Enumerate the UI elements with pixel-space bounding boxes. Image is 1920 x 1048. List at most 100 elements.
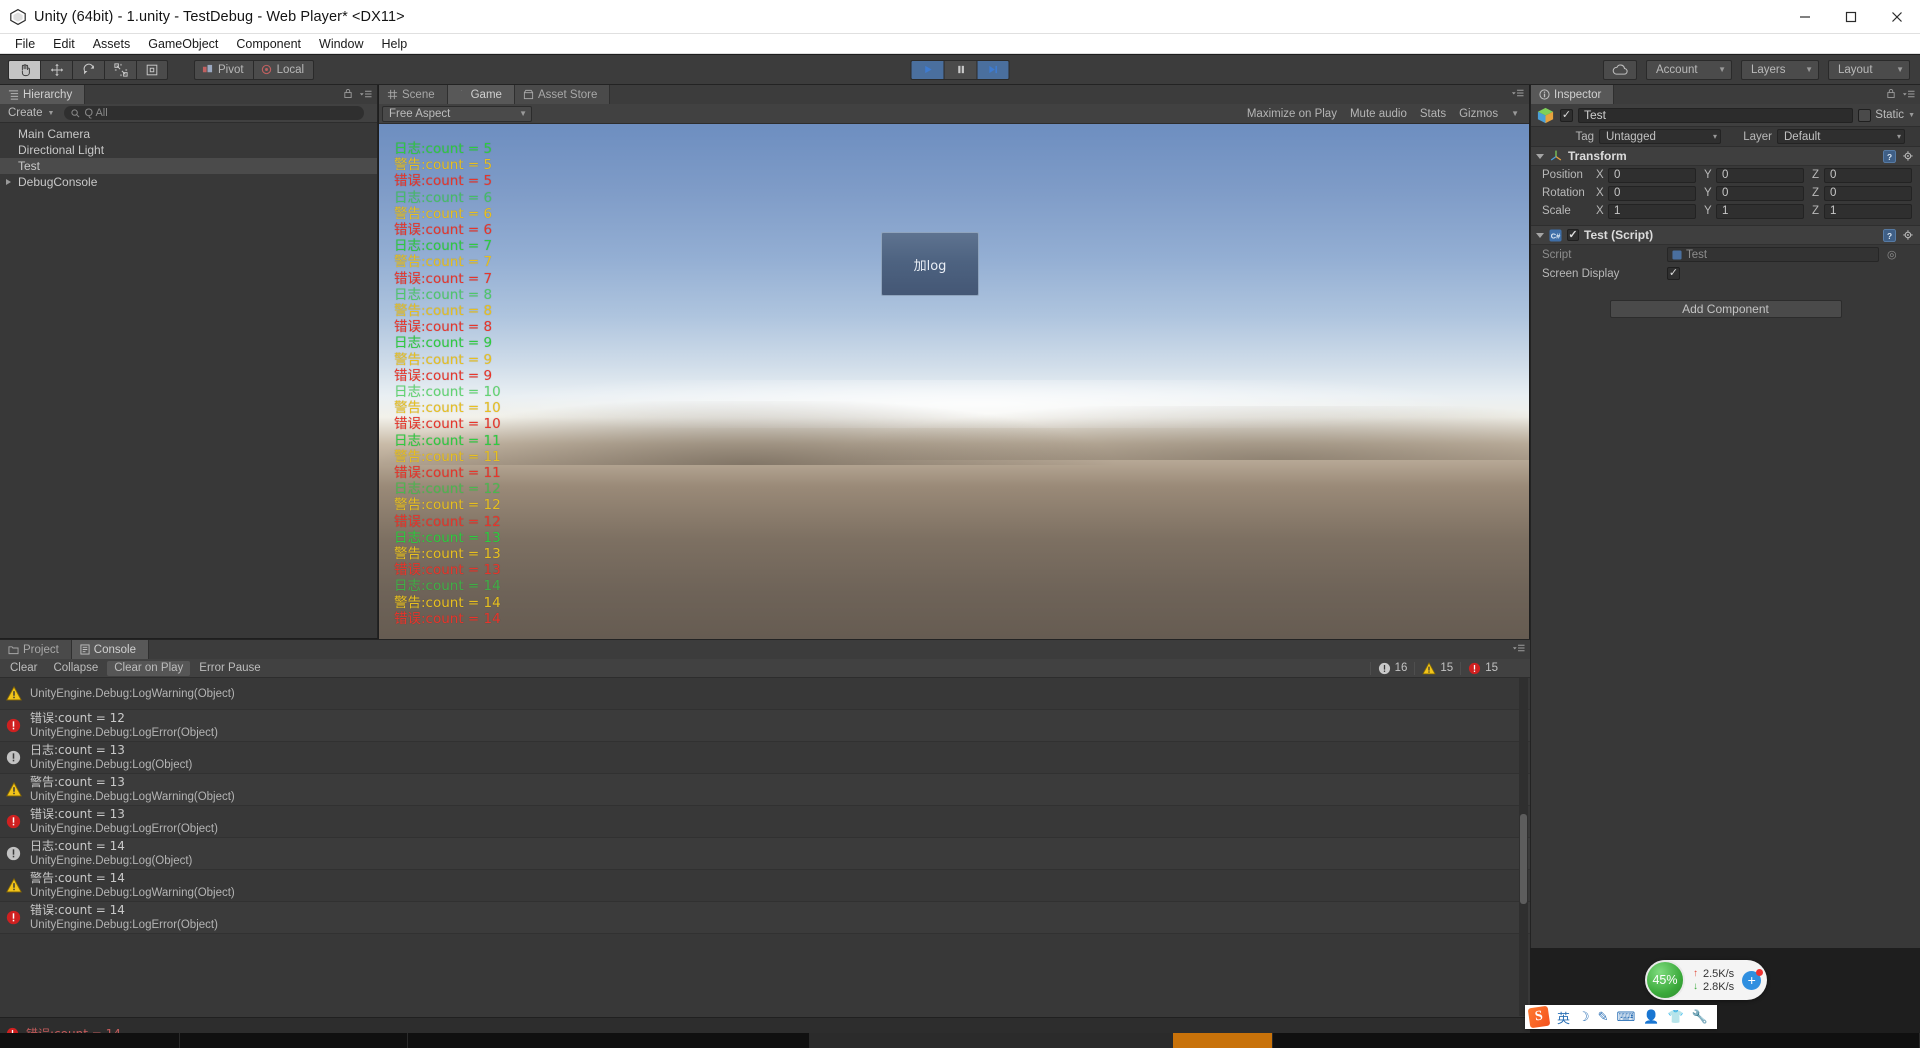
- aspect-ratio-dropdown[interactable]: Free Aspect ▼: [382, 105, 532, 122]
- help-icon[interactable]: ?: [1883, 228, 1896, 242]
- tab-console[interactable]: Console: [71, 640, 149, 659]
- warning-count[interactable]: 15: [1414, 661, 1460, 675]
- pivot-toggle[interactable]: Pivot: [194, 59, 253, 80]
- taskbar-segment[interactable]: [180, 1033, 408, 1048]
- maximize-button[interactable]: [1828, 0, 1874, 34]
- help-icon[interactable]: ?: [1883, 149, 1896, 163]
- ime-pen-icon[interactable]: ✎: [1598, 1010, 1609, 1025]
- add-log-button[interactable]: 加log: [881, 232, 979, 296]
- ime-user-icon[interactable]: 👤: [1643, 1010, 1659, 1025]
- layers-dropdown[interactable]: Layers ▼: [1741, 59, 1819, 80]
- chevron-down-icon[interactable]: ▼: [1908, 112, 1915, 119]
- taskbar-segment[interactable]: [0, 1033, 180, 1048]
- panel-menu-icon[interactable]: [1511, 88, 1524, 98]
- object-enabled-checkbox[interactable]: ✓: [1560, 108, 1573, 122]
- script-component-header[interactable]: C# ✓ Test (Script) ?: [1531, 225, 1920, 245]
- add-widget-button[interactable]: +: [1742, 968, 1764, 990]
- position-z-input[interactable]: 0: [1824, 167, 1912, 183]
- ime-language-icon[interactable]: 英: [1557, 1008, 1570, 1027]
- create-dropdown[interactable]: Create ▼: [4, 106, 58, 120]
- object-name-input[interactable]: Test: [1578, 107, 1854, 123]
- tag-dropdown[interactable]: Untagged ▾: [1599, 129, 1721, 144]
- object-picker-icon[interactable]: ◎: [1887, 248, 1897, 261]
- hierarchy-search-input[interactable]: Q All: [64, 106, 365, 120]
- layout-dropdown[interactable]: Layout ▼: [1828, 59, 1910, 80]
- taskbar-segment-highlight[interactable]: [1173, 1033, 1273, 1048]
- error-count[interactable]: 15: [1460, 661, 1505, 675]
- position-y-input[interactable]: 0: [1716, 167, 1804, 183]
- gear-icon[interactable]: [1902, 229, 1915, 242]
- hierarchy-item-directional-light[interactable]: Directional Light: [0, 142, 377, 158]
- console-log-list[interactable]: UnityEngine.Debug:LogWarning(Object) 错误:c…: [0, 678, 1530, 1016]
- menu-help[interactable]: Help: [372, 36, 416, 52]
- expand-arrow-icon[interactable]: [6, 179, 11, 185]
- console-log-row[interactable]: 错误:count = 13 UnityEngine.Debug:LogError(…: [0, 806, 1530, 838]
- hierarchy-item-main-camera[interactable]: Main Camera: [0, 126, 377, 142]
- tab-asset-store[interactable]: Asset Store: [514, 85, 611, 104]
- ime-tools-icon[interactable]: 🔧: [1692, 1010, 1708, 1025]
- taskbar-segment[interactable]: [1273, 1033, 1920, 1048]
- cloud-services-button[interactable]: [1603, 59, 1637, 80]
- tab-scene[interactable]: Scene: [379, 85, 448, 104]
- hand-tool-button[interactable]: [8, 59, 40, 80]
- script-enabled-checkbox[interactable]: ✓: [1567, 229, 1579, 241]
- panel-menu-icon[interactable]: [359, 89, 372, 99]
- layer-dropdown[interactable]: Default ▾: [1777, 129, 1905, 144]
- menu-gameobject[interactable]: GameObject: [139, 36, 227, 52]
- ime-skin-icon[interactable]: 👕: [1668, 1010, 1684, 1025]
- screen-display-checkbox[interactable]: ✓: [1667, 267, 1680, 280]
- taskbar-segment[interactable]: [408, 1033, 810, 1048]
- foldout-arrow-icon[interactable]: [1536, 232, 1544, 238]
- position-x-input[interactable]: 0: [1608, 167, 1696, 183]
- tab-project[interactable]: Project: [0, 640, 72, 659]
- transform-component-header[interactable]: Transform ?: [1531, 146, 1920, 166]
- tab-inspector[interactable]: Inspector: [1531, 85, 1615, 104]
- rotation-z-input[interactable]: 0: [1824, 185, 1912, 201]
- lock-icon[interactable]: [343, 88, 353, 99]
- console-log-row[interactable]: 错误:count = 14 UnityEngine.Debug:LogError(…: [0, 902, 1530, 934]
- lock-icon[interactable]: [1886, 88, 1896, 99]
- sogou-logo-icon[interactable]: S: [1527, 1005, 1551, 1029]
- menu-assets[interactable]: Assets: [84, 36, 140, 52]
- script-object-field[interactable]: Test: [1667, 247, 1879, 262]
- ime-keyboard-icon[interactable]: ⌨: [1617, 1010, 1636, 1025]
- clear-on-play-button[interactable]: Clear on Play: [107, 660, 191, 676]
- menu-edit[interactable]: Edit: [44, 36, 84, 52]
- collapse-button[interactable]: Collapse: [46, 661, 105, 676]
- console-log-row[interactable]: 警告:count = 13 UnityEngine.Debug:LogWarnin…: [0, 774, 1530, 806]
- console-scrollbar-thumb[interactable]: [1520, 814, 1527, 904]
- cpu-usage-ball[interactable]: 45%: [1645, 960, 1685, 1000]
- minimize-button[interactable]: [1782, 0, 1828, 34]
- panel-menu-icon[interactable]: [1902, 89, 1915, 99]
- rotation-y-input[interactable]: 0: [1716, 185, 1804, 201]
- pause-button[interactable]: [943, 59, 977, 80]
- clear-button[interactable]: Clear: [3, 661, 44, 676]
- log-count[interactable]: 16: [1369, 661, 1415, 675]
- game-render-canvas[interactable]: 日志:count = 5 警告:count = 5 错误:count = 5 日志:c…: [379, 124, 1529, 657]
- hierarchy-item-debugconsole[interactable]: DebugConsole: [0, 174, 377, 190]
- static-toggle[interactable]: Static ▼: [1858, 108, 1915, 122]
- rect-tool-button[interactable]: [136, 59, 168, 80]
- console-log-row[interactable]: 日志:count = 14 UnityEngine.Debug:Log(Objec…: [0, 838, 1530, 870]
- menu-window[interactable]: Window: [310, 36, 372, 52]
- panel-menu-icon[interactable]: [1512, 643, 1525, 653]
- ime-moon-icon[interactable]: ☽: [1578, 1010, 1590, 1025]
- add-component-button[interactable]: Add Component: [1609, 300, 1842, 318]
- move-tool-button[interactable]: [40, 59, 72, 80]
- chevron-down-icon[interactable]: ▼: [1511, 109, 1519, 118]
- desktop-taskbar[interactable]: [0, 1033, 1920, 1048]
- mute-audio-toggle[interactable]: Mute audio: [1350, 108, 1407, 120]
- network-speed-widget[interactable]: 45% ↑ 2.5K/s ↓ 2.8K/s +: [1645, 960, 1768, 1000]
- maximize-on-play-toggle[interactable]: Maximize on Play: [1247, 108, 1337, 120]
- rotation-x-input[interactable]: 0: [1608, 185, 1696, 201]
- console-log-row[interactable]: 错误:count = 12 UnityEngine.Debug:LogError(…: [0, 710, 1530, 742]
- console-scrollbar[interactable]: [1519, 678, 1528, 1016]
- ime-toolbar[interactable]: S 英 ☽ ✎ ⌨ 👤 👕 🔧: [1525, 1005, 1717, 1029]
- scale-y-input[interactable]: 1: [1716, 203, 1804, 219]
- stats-toggle[interactable]: Stats: [1420, 108, 1446, 120]
- close-button[interactable]: [1874, 0, 1920, 34]
- account-dropdown[interactable]: Account ▼: [1646, 59, 1732, 80]
- hierarchy-item-test[interactable]: Test: [0, 158, 377, 174]
- scale-tool-button[interactable]: [104, 59, 136, 80]
- gear-icon[interactable]: [1902, 150, 1915, 163]
